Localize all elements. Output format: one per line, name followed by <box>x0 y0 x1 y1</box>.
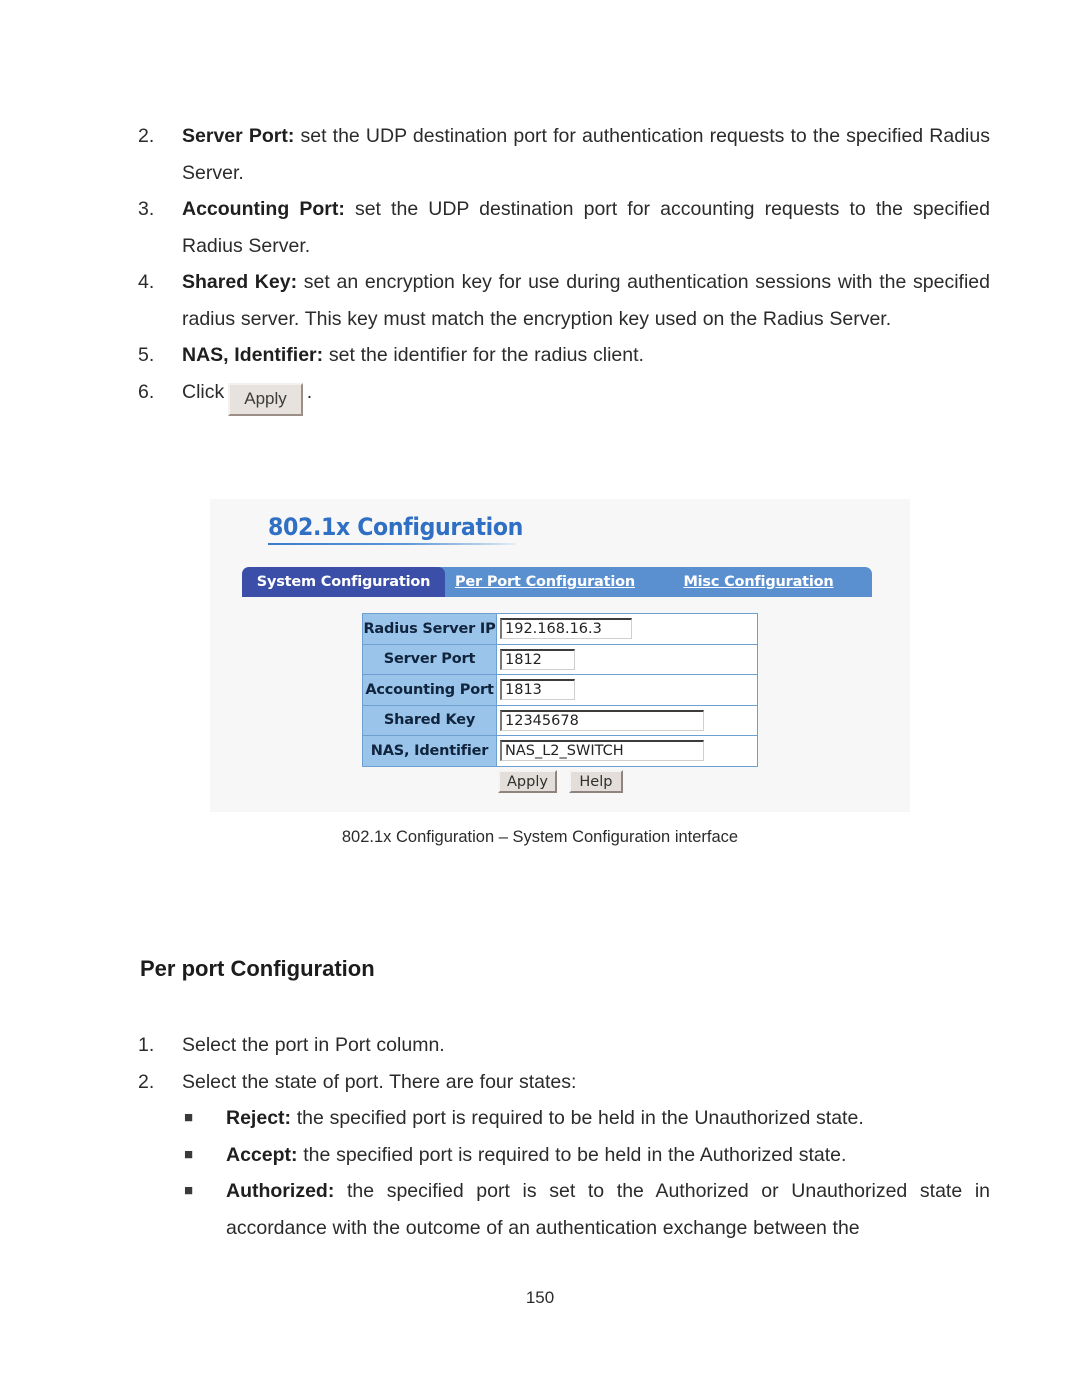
table-row: Radius Server IP 192.168.16.3 <box>362 613 758 645</box>
table-row: Accounting Port 1813 <box>362 674 758 706</box>
radius-settings-table: Radius Server IP 192.168.16.3 Server Por… <box>362 613 758 767</box>
radius-server-ip-input[interactable]: 192.168.16.3 <box>500 618 632 640</box>
list-marker: 3. <box>138 198 155 220</box>
embedded-screenshot-802-1x-config: 802.1x Configuration System Configuratio… <box>210 499 910 812</box>
bullet-term: Authorized: <box>226 1180 335 1202</box>
table-row: Server Port 1812 <box>362 643 758 675</box>
list-item-text: Click Apply. <box>182 374 990 416</box>
list-item-term: Accounting Port: <box>182 198 345 220</box>
list-item-term: NAS, Identifier: <box>182 344 324 366</box>
bullet-body: the specified port is required to be hel… <box>297 1143 847 1166</box>
bullet-item-text: Accept: the specified port is required t… <box>226 1137 990 1174</box>
bullet-body: the specified port is set to the Authori… <box>226 1180 990 1239</box>
field-label-nas-identifier: NAS, Identifier <box>362 735 497 767</box>
bullet-term: Accept: <box>226 1143 298 1166</box>
table-row: NAS, Identifier NAS_L2_SWITCH <box>362 735 758 767</box>
list-marker: 1. <box>138 1034 155 1056</box>
list-item-text: NAS, Identifier: set the identifier for … <box>182 337 990 374</box>
help-button[interactable]: Help <box>568 770 623 793</box>
page-title: 802.1x Configuration <box>268 513 524 541</box>
list-item-step6: 6. Click Apply. <box>138 374 990 416</box>
screenshot-title-block: 802.1x Configuration <box>268 513 568 545</box>
shared-key-input[interactable]: 12345678 <box>500 709 704 731</box>
title-underline-rule <box>268 543 516 545</box>
list-marker: 4. <box>138 271 155 293</box>
field-label-shared-key: Shared Key <box>362 704 497 736</box>
list-marker: 2. <box>138 1070 155 1093</box>
list-item: 4. Shared Key: set an encryption key for… <box>138 264 990 337</box>
field-label-accounting-port: Accounting Port <box>362 674 497 706</box>
field-label-radius-server-ip: Radius Server IP <box>362 613 497 645</box>
accounting-port-input[interactable]: 1813 <box>500 679 575 701</box>
click-label: Click <box>182 380 225 403</box>
list-marker: 2. <box>138 125 155 147</box>
list-item-text: Accounting Port: set the UDP destination… <box>182 191 990 264</box>
list-item-term: Shared Key: <box>182 271 298 293</box>
list-item-text: Select the state of port. There are four… <box>182 1070 577 1093</box>
square-bullet-icon: ■ <box>184 1182 194 1199</box>
list-item: 3. Accounting Port: set the UDP destinat… <box>138 191 990 264</box>
apply-button[interactable]: Apply <box>498 770 557 793</box>
page-number: 150 <box>525 1288 555 1307</box>
tab-per-port-configuration[interactable]: Per Port Configuration <box>439 567 651 597</box>
bullet-item-accept: ■ Accept: the specified port is required… <box>138 1137 990 1174</box>
list-item: 2. Select the state of port. There are f… <box>138 1064 990 1101</box>
list-marker: 6. <box>138 380 155 403</box>
list-marker: 5. <box>138 344 155 366</box>
field-cell: 1813 <box>496 674 758 706</box>
field-cell: 192.168.16.3 <box>496 613 758 645</box>
list-item-text: Select the port in Port column. <box>182 1034 445 1056</box>
list-item-text: Shared Key: set an encryption key for us… <box>182 264 990 337</box>
figure-caption: 802.1x Configuration – System Configurat… <box>341 828 739 846</box>
instruction-list-bottom: 1. Select the port in Port column. 2. Se… <box>138 1027 990 1246</box>
table-row: Shared Key 12345678 <box>362 704 758 736</box>
instruction-list-top: 2. Server Port: set the UDP destination … <box>138 118 990 416</box>
document-page: 2. Server Port: set the UDP destination … <box>0 0 1080 1397</box>
list-item-text: Server Port: set the UDP destination por… <box>182 118 990 191</box>
field-cell: 1812 <box>496 643 758 675</box>
list-item-body: set the identifier for the radius client… <box>323 344 644 366</box>
bullet-item-text: Authorized: the specified port is set to… <box>226 1173 990 1246</box>
tab-bar: System Configuration Per Port Configurat… <box>242 567 878 597</box>
square-bullet-icon: ■ <box>184 1109 194 1126</box>
sentence-period: . <box>306 380 313 403</box>
bullet-item-authorized: ■ Authorized: the specified port is set … <box>138 1173 990 1246</box>
bullet-item-reject: ■ Reject: the specified port is required… <box>138 1100 990 1137</box>
nas-identifier-input[interactable]: NAS_L2_SWITCH <box>500 740 704 762</box>
list-item: 1. Select the port in Port column. <box>138 1027 990 1064</box>
field-label-server-port: Server Port <box>362 643 497 675</box>
field-cell: NAS_L2_SWITCH <box>496 735 758 767</box>
list-item-body: set an encryption key for use during aut… <box>182 271 990 330</box>
square-bullet-icon: ■ <box>184 1145 194 1163</box>
bullet-term: Reject: <box>226 1107 292 1129</box>
list-item: 5. NAS, Identifier: set the identifier f… <box>138 337 990 374</box>
section-heading-per-port-configuration: Per port Configuration <box>140 956 375 981</box>
field-cell: 12345678 <box>496 704 758 736</box>
list-item-term: Server Port: <box>182 125 295 147</box>
tab-misc-configuration[interactable]: Misc Configuration <box>645 567 872 597</box>
list-item: 2. Server Port: set the UDP destination … <box>138 118 990 191</box>
tab-system-configuration[interactable]: System Configuration <box>242 567 445 597</box>
list-item-body: set the UDP destination port for authent… <box>182 125 990 184</box>
form-button-row: Apply Help <box>498 770 623 793</box>
bullet-item-text: Reject: the specified port is required t… <box>226 1100 990 1137</box>
bullet-body: the specified port is required to be hel… <box>291 1107 864 1129</box>
apply-button-inline[interactable]: Apply <box>228 382 303 416</box>
server-port-input[interactable]: 1812 <box>500 648 575 670</box>
